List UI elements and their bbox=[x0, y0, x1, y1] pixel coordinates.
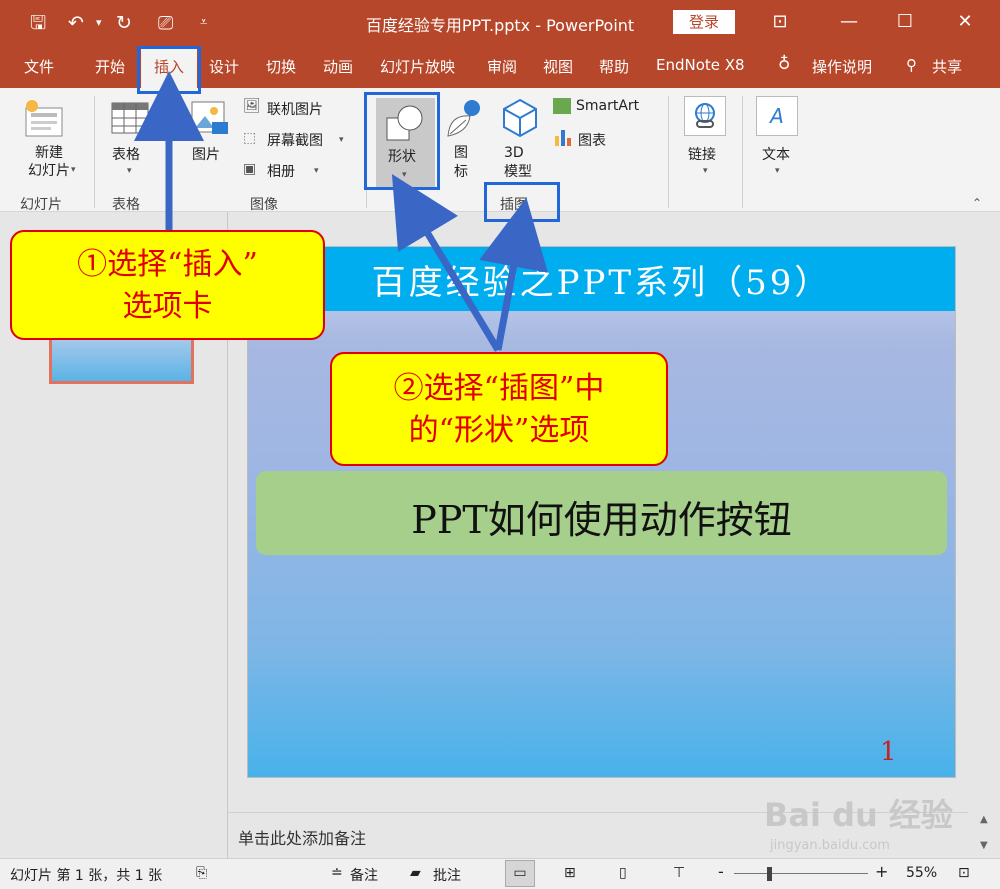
arrow-to-illustrations bbox=[479, 197, 548, 351]
arrow-to-shapes bbox=[391, 174, 501, 352]
callout-step2: ②选择“插图”中 的“形状”选项 bbox=[330, 352, 668, 466]
callout-step1: ①选择“插入” 选项卡 bbox=[10, 230, 325, 340]
